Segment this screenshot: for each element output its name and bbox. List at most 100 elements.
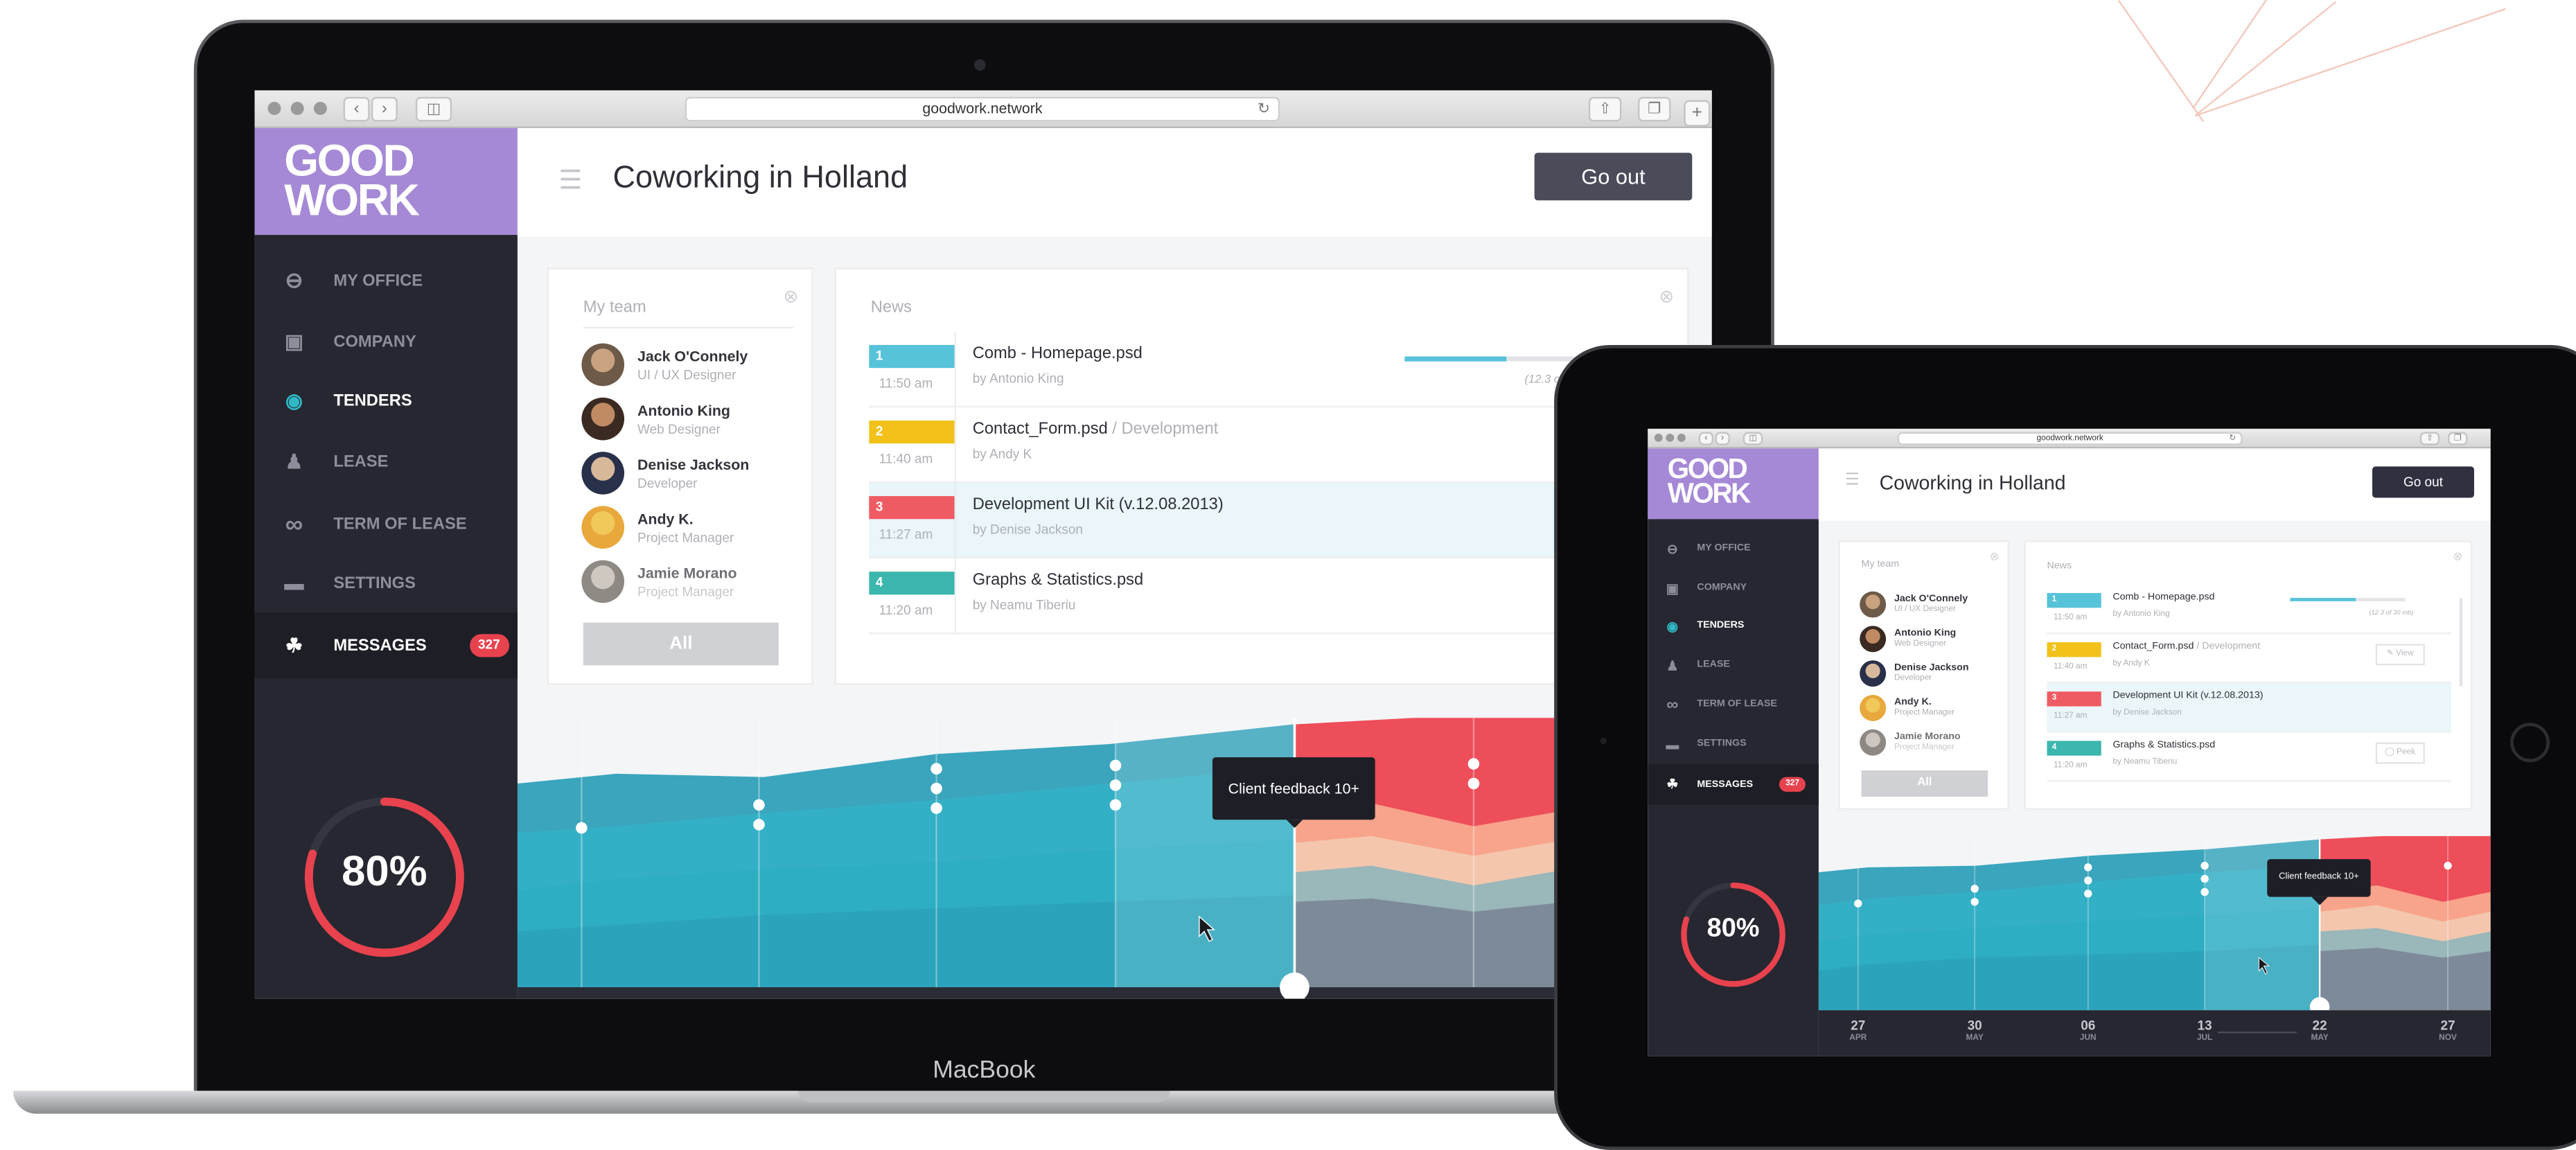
sidebar-item-company[interactable]: ▣ COMPANY: [255, 325, 518, 357]
news-row[interactable]: 4 11:20 am Graphs & Statistics.psd by Ne…: [2047, 733, 2451, 782]
axis-label: 13 JUL: [2188, 1018, 2221, 1043]
news-time: 11:50 am: [2053, 612, 2088, 623]
news-item-author: by Denise Jackson: [972, 522, 1083, 538]
home-button[interactable]: [2510, 723, 2550, 763]
forward-button[interactable]: ›: [1715, 432, 1730, 445]
decoration-line: [2194, 1, 2337, 116]
news-item-author: by Neamu Tiberiu: [2112, 757, 2178, 768]
close-news-icon[interactable]: ⊗: [2453, 550, 2462, 564]
menu-icon[interactable]: ☰: [1845, 472, 1860, 490]
nav-label: LEASE: [1697, 660, 1730, 671]
folder-icon: ▬: [1666, 736, 1679, 752]
sidebar-item-settings[interactable]: ▬ SETTINGS: [255, 567, 518, 599]
news-number-tag: 1: [869, 344, 955, 369]
member-role: UI / UX Designer: [637, 366, 736, 382]
laptop-browser-window: ‹ › ◫ goodwork.network ↻ ⇧ ❐ + GOOD WORK…: [254, 90, 1712, 999]
team-member[interactable]: Antonio King Web Designer: [581, 397, 730, 441]
team-title: My team: [1861, 560, 1900, 570]
member-role: Web Designer: [637, 421, 721, 436]
sidebar-item-my-office[interactable]: ⊖ MY OFFICE: [1648, 537, 1819, 560]
browser-toolbar: ‹ › ◫ goodwork.network ↻ ⇧ ❐ +: [254, 90, 1712, 128]
axis-day: 30: [1967, 1018, 1982, 1034]
tablet-camera: [1600, 737, 1607, 745]
goodwork-logo: GOOD WORK: [1648, 448, 1819, 520]
tabs-icon[interactable]: ❐: [1638, 96, 1671, 122]
team-title: My team: [583, 299, 646, 317]
forward-button[interactable]: ›: [371, 96, 398, 122]
team-member[interactable]: Andy K. Project Manager: [581, 506, 734, 549]
sidebar-item-tenders[interactable]: ◉ TENDERS: [1648, 614, 1819, 637]
menu-icon[interactable]: ☰: [558, 164, 582, 197]
all-button[interactable]: All: [1861, 770, 1988, 797]
tabs-icon[interactable]: ❐: [2448, 432, 2468, 445]
zoom-dot[interactable]: [1677, 433, 1686, 442]
all-button[interactable]: All: [583, 622, 779, 666]
team-member[interactable]: Jamie Morano Project Manager: [581, 560, 737, 603]
team-member[interactable]: Jack O'Connely UI / UX Designer: [1860, 591, 1968, 618]
back-button[interactable]: ‹: [1698, 432, 1714, 445]
logo-line1: GOOD: [284, 136, 415, 186]
sidebar-item-messages[interactable]: ☘ MESSAGES 327: [254, 612, 518, 679]
team-member[interactable]: Jack O'Connely UI / UX Designer: [581, 343, 748, 387]
sidebar-item-lease[interactable]: ♟ LEASE: [1648, 654, 1819, 677]
close-team-icon[interactable]: ⊗: [1990, 550, 2000, 564]
team-member[interactable]: Antonio King Web Designer: [1860, 626, 1956, 653]
address-bar[interactable]: goodwork.network ↻: [1897, 432, 2243, 445]
close-dot[interactable]: [1654, 433, 1663, 442]
team-member[interactable]: Denise Jackson Developer: [581, 452, 749, 495]
close-dot[interactable]: [267, 102, 281, 115]
sidebar-item-settings[interactable]: ▬ SETTINGS: [1648, 733, 1819, 756]
team-member[interactable]: Jamie Morano Project Manager: [1860, 729, 1961, 756]
new-tab-icon[interactable]: +: [1684, 100, 1711, 127]
close-team-icon[interactable]: ⊗: [784, 286, 799, 307]
avatar: [581, 452, 625, 495]
news-item-category: / Development: [1107, 421, 1219, 439]
minimize-dot[interactable]: [290, 102, 304, 115]
view-button[interactable]: ✎ View: [2375, 644, 2425, 666]
news-row[interactable]: 3 11:27 am Development UI Kit (v.12.08.2…: [2047, 683, 2451, 733]
news-time: 11:40 am: [2053, 662, 2088, 672]
sidebar-item-my-office[interactable]: ⊖ MY OFFICE: [255, 265, 518, 297]
member-role: Developer: [637, 475, 698, 490]
sidebar-item-tenders[interactable]: ◉ TENDERS: [255, 384, 518, 417]
close-news-icon[interactable]: ⊗: [1659, 286, 1674, 307]
news-scrollbar[interactable]: [2459, 598, 2463, 687]
reload-icon[interactable]: ↻: [1258, 98, 1270, 120]
sidebar-toggle-icon[interactable]: ◫: [415, 96, 452, 122]
sidebar-item-messages[interactable]: ☘ MESSAGES 327: [1648, 763, 1819, 805]
avatar: [581, 560, 625, 603]
go-out-button[interactable]: Go out: [2372, 466, 2474, 498]
back-button[interactable]: ‹: [343, 96, 370, 122]
axis-day: 06: [2081, 1018, 2096, 1034]
activity-area-chart: [517, 718, 1712, 999]
camera: [974, 59, 986, 71]
share-icon[interactable]: ⇧: [2419, 432, 2440, 445]
sidebar-item-term-of-lease[interactable]: ∞ TERM OF LEASE: [1648, 693, 1819, 716]
eye-icon: ◉: [1666, 618, 1679, 634]
minimize-dot[interactable]: [1666, 433, 1675, 442]
axis-day: 13: [2197, 1018, 2212, 1034]
sidebar-item-company[interactable]: ▣ COMPANY: [1648, 576, 1819, 599]
nav-label: COMPANY: [1697, 583, 1747, 593]
team-member[interactable]: Denise Jackson Developer: [1860, 660, 1969, 687]
peek-button[interactable]: ◯ Peek: [2375, 742, 2425, 764]
team-member[interactable]: Andy K. Project Manager: [1860, 695, 1955, 721]
zoom-dot[interactable]: [313, 102, 327, 115]
member-role: Project Manager: [1894, 742, 1955, 752]
sidebar-item-term-of-lease[interactable]: ∞ TERM OF LEASE: [255, 508, 518, 540]
nav-label: LEASE: [333, 452, 389, 471]
share-icon[interactable]: ⇧: [1588, 96, 1622, 122]
news-row[interactable]: 1 11:50 am Comb - Homepage.psd by Antoni…: [2047, 585, 2451, 635]
reload-icon[interactable]: ↻: [2229, 434, 2236, 443]
divider: [583, 326, 794, 329]
address-bar[interactable]: goodwork.network ↻: [685, 96, 1280, 122]
go-out-button[interactable]: Go out: [1534, 152, 1693, 201]
news-item-author: by Antonio King: [972, 371, 1064, 387]
news-row[interactable]: 2 11:40 am Contact_Form.psd / Developmen…: [2047, 634, 2451, 684]
sidebar-item-lease[interactable]: ♟ LEASE: [255, 445, 518, 478]
news-number-tag: 3: [869, 496, 955, 520]
nav-label: SETTINGS: [333, 574, 416, 592]
axis-label: 27 APR: [1842, 1018, 1874, 1043]
sidebar-toggle-icon[interactable]: ◫: [1743, 432, 1763, 445]
avatar: [581, 397, 625, 441]
